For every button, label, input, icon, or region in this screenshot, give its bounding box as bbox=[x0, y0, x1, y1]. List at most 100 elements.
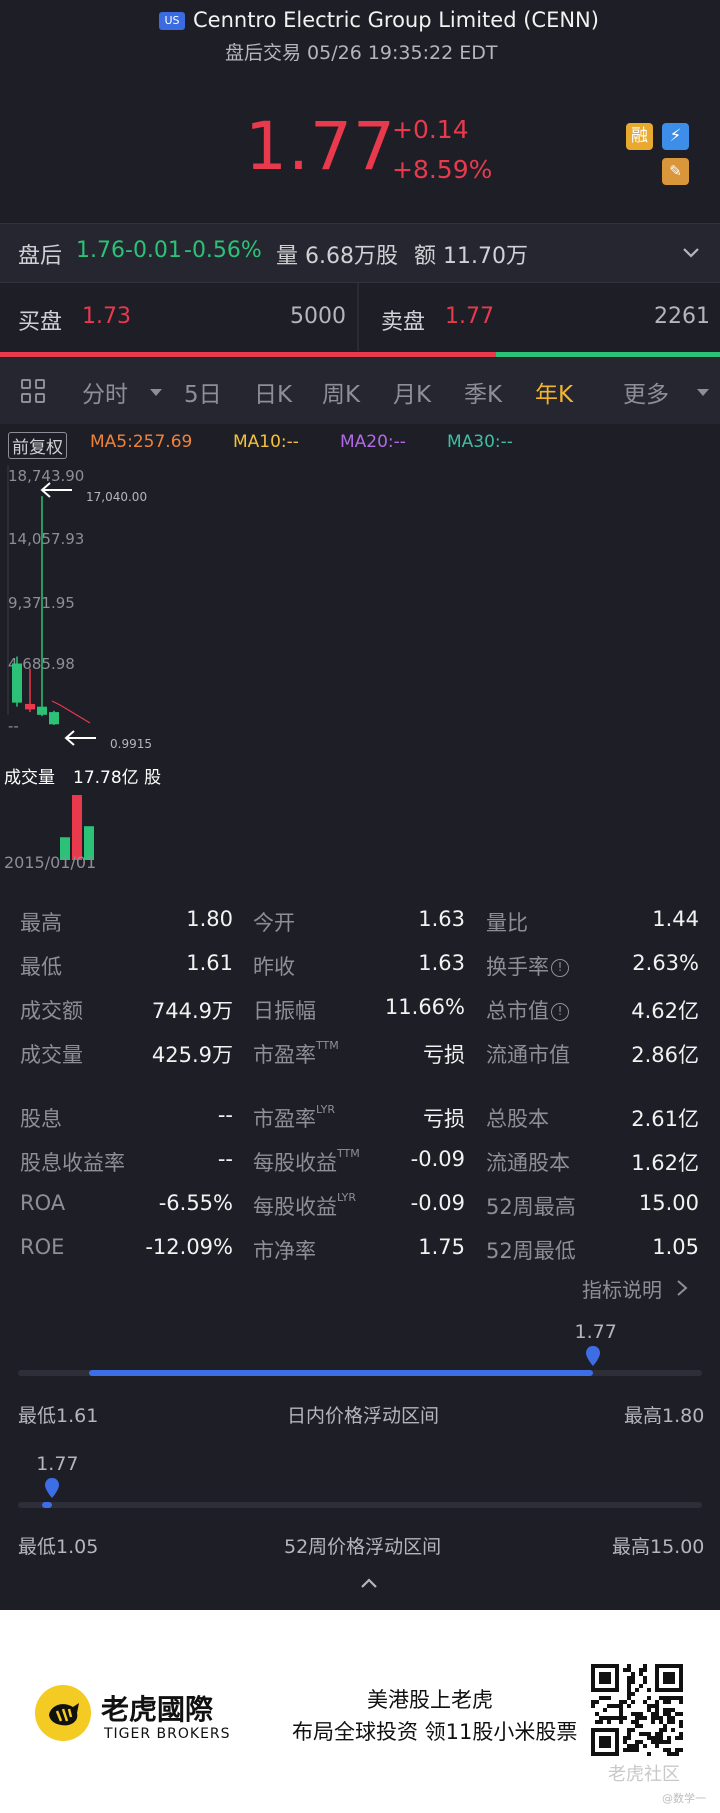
amount-label: 额 bbox=[414, 244, 437, 269]
stat-label: 换手率! bbox=[486, 951, 569, 981]
week52-range-fill bbox=[42, 1502, 52, 1508]
bid-ratio-bar bbox=[0, 352, 496, 357]
stat-label: 流通股本 bbox=[486, 1151, 570, 1175]
stat-label: 最低 bbox=[20, 955, 62, 979]
stat-label: 昨收 bbox=[253, 955, 295, 979]
stat-label: 市净率 bbox=[253, 1239, 316, 1263]
tab-more[interactable]: 更多 bbox=[623, 375, 669, 409]
day-range-fill bbox=[89, 1370, 593, 1376]
caret-down-icon[interactable] bbox=[150, 389, 162, 397]
stat-label: 量比 bbox=[486, 911, 528, 935]
watermark-user: @数学一 bbox=[662, 1792, 706, 1805]
stat-label-sup: LYR bbox=[316, 1103, 336, 1116]
last-price: 1.77 bbox=[245, 108, 396, 185]
session-timestamp: 盘后交易 05/26 19:35:22 EDT bbox=[225, 42, 498, 64]
high-marker-label: 17,040.00 bbox=[86, 490, 147, 504]
stat-label: 成交额 bbox=[20, 999, 83, 1023]
volume-label: 量 bbox=[276, 244, 299, 269]
high-arrow-icon bbox=[40, 482, 72, 498]
stat-value: 4.62亿 bbox=[631, 999, 699, 1023]
stat-value: -0.09 bbox=[410, 1191, 465, 1215]
day-range-pin-icon bbox=[585, 1346, 600, 1366]
stat-label: 股息 bbox=[20, 1107, 62, 1131]
chart-period-tabs: 分时 5日 日K 周K 月K 季K 年K 更多 bbox=[0, 358, 720, 424]
stat-value: 15.00 bbox=[638, 1191, 699, 1215]
tab-weekly-k[interactable]: 周K bbox=[322, 375, 360, 409]
ask-ratio-bar bbox=[496, 352, 720, 357]
stat-label: ROE bbox=[20, 1235, 65, 1259]
price-change: +0.14 bbox=[392, 115, 469, 144]
stat-label: 总市值! bbox=[486, 995, 569, 1025]
stat-label: 52周最低 bbox=[486, 1239, 576, 1263]
day-range-track bbox=[18, 1370, 702, 1376]
yearly-k-chart[interactable]: 18,743.90 14,057.93 9,371.95 4,685.98 --… bbox=[0, 455, 720, 895]
ma30-label: MA30:-- bbox=[447, 432, 513, 452]
ma20-label: MA20:-- bbox=[340, 432, 406, 452]
stat-value: 744.9万 bbox=[151, 999, 233, 1023]
chevron-down-icon[interactable] bbox=[682, 246, 700, 260]
more-caret-icon[interactable] bbox=[697, 389, 709, 397]
bid-ask-divider bbox=[357, 283, 359, 351]
brand-name-en: TIGER BROKERS bbox=[104, 1726, 231, 1742]
week52-range-title: 52周价格浮动区间 bbox=[284, 1536, 442, 1558]
chevron-right-icon[interactable] bbox=[676, 1279, 688, 1297]
stat-label-sup: LYR bbox=[337, 1191, 357, 1204]
stat-value: 1.44 bbox=[652, 907, 699, 931]
chevron-up-icon[interactable] bbox=[360, 1577, 378, 1589]
bid-price: 1.73 bbox=[82, 304, 131, 329]
stat-label: 每股收益LYR bbox=[253, 1191, 357, 1219]
tab-yearly-k[interactable]: 年K bbox=[535, 375, 573, 409]
indicator-explain-link[interactable]: 指标说明 bbox=[582, 1274, 662, 1303]
stat-value: 1.75 bbox=[418, 1235, 465, 1259]
day-range-current: 1.77 bbox=[574, 1321, 617, 1343]
tab-5day[interactable]: 5日 bbox=[184, 375, 222, 409]
stat-label: 今开 bbox=[253, 911, 295, 935]
quote-header: US Cenntro Electric Group Limited (CENN)… bbox=[0, 0, 720, 222]
tab-intraday[interactable]: 分时 bbox=[82, 375, 128, 409]
stat-value: 1.62亿 bbox=[631, 1151, 699, 1175]
stat-value: 1.80 bbox=[186, 907, 233, 931]
bid-size: 5000 bbox=[290, 304, 346, 329]
candle-body bbox=[37, 706, 47, 715]
week52-range-pin-icon bbox=[45, 1478, 60, 1498]
stat-value: 1.63 bbox=[418, 951, 465, 975]
ma10-label: MA10:-- bbox=[233, 432, 299, 452]
brand-name-cn: 老虎國際 bbox=[101, 1693, 214, 1726]
ask-size: 2261 bbox=[654, 304, 710, 329]
tab-monthly-k[interactable]: 月K bbox=[393, 375, 431, 409]
education-icon[interactable]: ✎ bbox=[662, 158, 689, 185]
stat-value: -- bbox=[217, 1147, 233, 1171]
stat-value: 1.63 bbox=[418, 907, 465, 931]
stat-label: 股息收益率 bbox=[20, 1151, 125, 1175]
stat-label: 每股收益TTM bbox=[253, 1147, 360, 1175]
promo-footer: 老虎國際 TIGER BROKERS 美港股上老虎 布局全球投资 领11股小米股… bbox=[0, 1610, 720, 1813]
stat-value: 11.66% bbox=[384, 995, 465, 1019]
after-hours-bar[interactable]: 盘后 1.76 -0.01 -0.56% 量 6.68万股 额 11.70万 bbox=[0, 223, 720, 283]
tab-quarterly-k[interactable]: 季K bbox=[464, 375, 502, 409]
ask-price: 1.77 bbox=[445, 304, 494, 329]
stat-value: -6.55% bbox=[158, 1191, 233, 1215]
info-icon[interactable]: ! bbox=[551, 959, 569, 977]
stat-value: 1.05 bbox=[652, 1235, 699, 1259]
day-range-high: 最高1.80 bbox=[624, 1405, 705, 1427]
low-marker-label: 0.9915 bbox=[110, 737, 152, 751]
ma5-label: MA5:257.69 bbox=[90, 432, 193, 452]
volume-label: 成交量 bbox=[4, 768, 55, 788]
tab-daily-k[interactable]: 日K bbox=[254, 375, 292, 409]
week52-range-current: 1.77 bbox=[36, 1453, 79, 1475]
day-range-title: 日内价格浮动区间 bbox=[287, 1405, 440, 1427]
info-icon[interactable]: ! bbox=[551, 1003, 569, 1021]
week52-range-low: 最低1.05 bbox=[18, 1536, 99, 1558]
margin-icon[interactable]: 融 bbox=[626, 123, 653, 150]
stat-value: 2.86亿 bbox=[631, 1043, 699, 1067]
stat-label-sup: TTM bbox=[316, 1039, 339, 1052]
amount-value: 11.70万 bbox=[443, 244, 528, 269]
y-tick-4: -- bbox=[8, 717, 19, 735]
stat-label: 市盈率LYR bbox=[253, 1103, 336, 1131]
stat-label: 成交量 bbox=[20, 1043, 83, 1067]
layout-grid-icon[interactable] bbox=[21, 379, 47, 405]
flash-icon[interactable]: ⚡ bbox=[662, 123, 689, 150]
volume-value: 17.78亿 股 bbox=[73, 768, 161, 788]
after-hours-change: -0.01 bbox=[125, 238, 182, 263]
qr-code bbox=[591, 1664, 683, 1756]
